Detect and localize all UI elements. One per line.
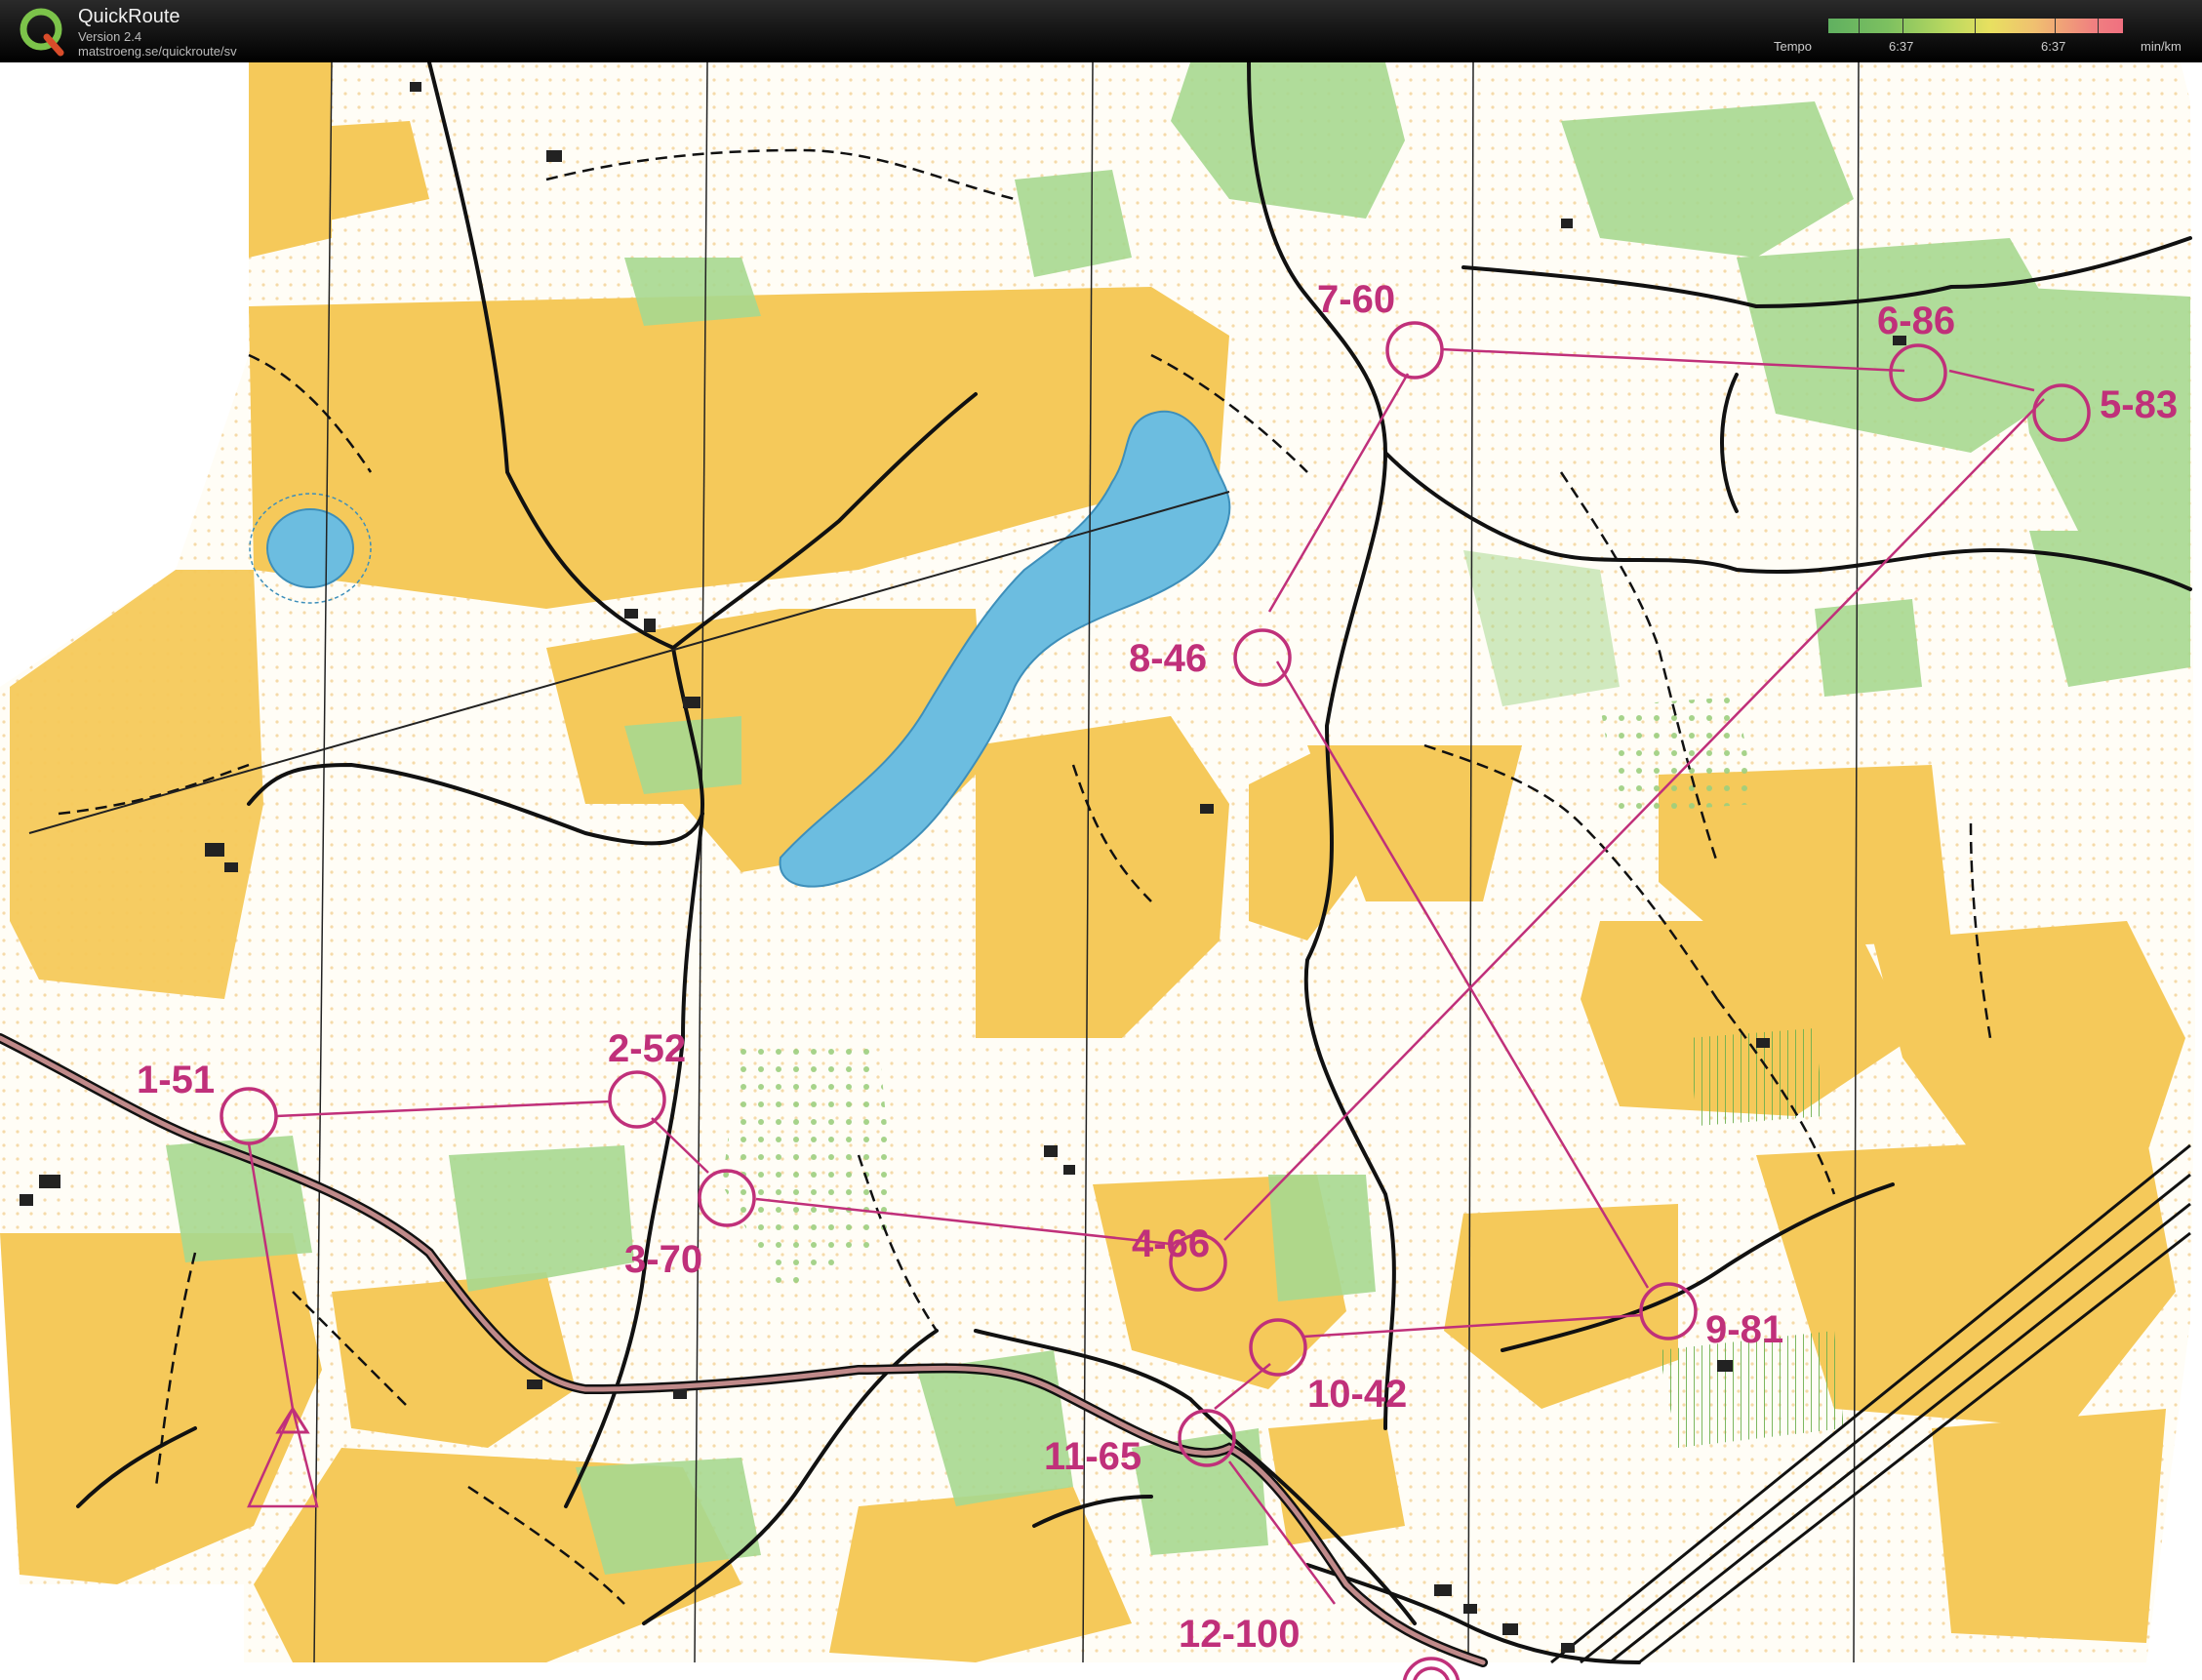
app-version: Version 2.4 <box>78 29 142 44</box>
control-label-2: 2-52 <box>608 1027 686 1070</box>
app-url: matstroeng.se/quickroute/sv <box>78 44 237 59</box>
orienteering-map[interactable]: 1-51 2-52 3-70 4-66 5-83 6-86 7-60 8-46 … <box>0 62 2202 1680</box>
tempo-min-value: 6:37 <box>1889 39 1914 54</box>
control-label-3: 3-70 <box>624 1238 702 1281</box>
tempo-max-value: 6:37 <box>2041 39 2066 54</box>
control-label-7: 7-60 <box>1317 278 1395 321</box>
app-header: QuickRoute Version 2.4 matstroeng.se/qui… <box>0 0 2202 62</box>
tempo-label: Tempo <box>1774 39 1813 54</box>
quickroute-logo-icon <box>20 8 64 57</box>
control-label-6: 6-86 <box>1877 300 1955 342</box>
tempo-tick <box>1859 19 1860 33</box>
app-title: QuickRoute <box>78 6 180 27</box>
tempo-unit: min/km <box>2141 39 2182 54</box>
control-label-5: 5-83 <box>2100 383 2178 426</box>
control-label-10: 10-42 <box>1307 1373 1407 1416</box>
control-label-9: 9-81 <box>1705 1308 1783 1351</box>
control-label-1: 1-51 <box>137 1059 215 1101</box>
tempo-tick <box>1902 19 1903 33</box>
tempo-tick <box>2055 19 2056 33</box>
control-label-11: 11-65 <box>1044 1435 1141 1478</box>
control-label-12: 12-100 <box>1179 1613 1301 1656</box>
control-label-8: 8-46 <box>1129 637 1207 680</box>
small-lake <box>266 508 354 588</box>
tempo-color-scale <box>1828 19 2123 33</box>
control-label-4: 4-66 <box>1132 1222 1210 1265</box>
tempo-tick <box>2098 19 2099 33</box>
tempo-tick <box>1975 19 1976 33</box>
